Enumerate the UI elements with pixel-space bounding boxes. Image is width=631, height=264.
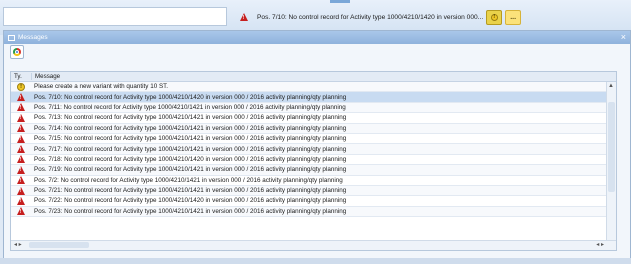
horizontal-scroll-thumb[interactable] xyxy=(29,242,89,248)
row-message-cell: Pos. 7/14: No control record for Activit… xyxy=(34,124,347,132)
table-header: Ty. Message xyxy=(11,72,616,82)
row-type-cell xyxy=(11,196,31,205)
row-message-cell: Pos. 7/17: No control record for Activit… xyxy=(34,145,347,153)
messages-dialog: Messages × Ty. Message ! Please create a … xyxy=(3,30,631,264)
error-icon xyxy=(17,165,25,174)
row-message-cell: Pos. 7/13: No control record for Activit… xyxy=(34,114,347,122)
dialog-title-bar: Messages × xyxy=(4,31,630,44)
row-message-cell: Pos. 7/21: No control record for Activit… xyxy=(34,187,347,195)
warning-icon: ! xyxy=(490,13,498,21)
command-field[interactable] xyxy=(3,7,227,26)
error-icon xyxy=(17,93,25,102)
row-type-cell xyxy=(11,165,31,174)
row-message-cell: Pos. 7/15: No control record for Activit… xyxy=(34,135,347,143)
close-icon[interactable]: × xyxy=(621,32,626,43)
dialog-title: Messages xyxy=(18,34,48,41)
error-icon xyxy=(240,13,248,21)
row-message-cell: Pos. 7/10: No control record for Activit… xyxy=(34,93,347,101)
row-type-cell xyxy=(11,103,31,112)
row-type-cell xyxy=(11,134,31,143)
error-icon xyxy=(17,176,25,185)
scroll-thumb[interactable] xyxy=(608,102,615,192)
table-row[interactable]: Pos. 7/2: No control record for Activity… xyxy=(11,176,616,186)
table-row[interactable]: Pos. 7/19: No control record for Activit… xyxy=(11,165,616,176)
row-type-cell: ! xyxy=(11,82,31,91)
messages-table: Ty. Message ! Please create a new variant… xyxy=(10,71,617,251)
table-row[interactable]: Pos. 7/22: No control record for Activit… xyxy=(11,196,616,207)
row-type-cell xyxy=(11,155,31,164)
row-message-cell: Please create a new variant with quantit… xyxy=(34,83,169,91)
error-icon xyxy=(17,155,25,164)
row-type-cell xyxy=(11,145,31,154)
row-message-cell: Pos. 7/23: No control record for Activit… xyxy=(34,207,347,215)
row-type-cell xyxy=(11,186,31,195)
column-header-message[interactable]: Message xyxy=(31,73,616,80)
row-type-cell xyxy=(11,93,31,102)
error-icon xyxy=(17,196,25,205)
bottom-strip xyxy=(0,258,631,264)
vertical-scrollbar[interactable]: ▲ ▼ xyxy=(606,82,616,250)
row-type-cell xyxy=(11,124,31,133)
error-icon xyxy=(17,145,25,154)
table-row[interactable]: Pos. 7/13: No control record for Activit… xyxy=(11,113,616,124)
table-row[interactable]: Pos. 7/23: No control record for Activit… xyxy=(11,206,616,218)
dialog-toolbar xyxy=(4,44,630,60)
error-icon xyxy=(17,134,25,143)
status-message[interactable]: Pos. 7/10: No control record for Activit… xyxy=(240,9,630,25)
table-row[interactable]: ! Please create a new variant with quanti… xyxy=(11,82,616,93)
scroll-up-icon[interactable]: ▲ xyxy=(608,83,614,89)
table-row[interactable]: Pos. 7/10: No control record for Activit… xyxy=(11,92,616,103)
row-type-cell xyxy=(11,207,31,216)
table-row[interactable]: Pos. 7/14: No control record for Activit… xyxy=(11,123,616,134)
status-warning-button[interactable]: ! xyxy=(486,9,503,25)
table-row[interactable]: Pos. 7/11: No control record for Activit… xyxy=(11,102,616,114)
scroll-right-icon[interactable]: ◂ ▸ xyxy=(596,241,604,248)
row-message-cell: Pos. 7/18: No control record for Activit… xyxy=(34,155,347,163)
error-icon xyxy=(17,186,25,195)
row-message-cell: Pos. 7/2: No control record for Activity… xyxy=(34,176,343,184)
error-icon xyxy=(17,103,25,112)
window-icon xyxy=(8,34,15,41)
row-message-cell: Pos. 7/19: No control record for Activit… xyxy=(34,166,347,174)
table-row[interactable]: Pos. 7/21: No control record for Activit… xyxy=(11,185,616,197)
technical-info-button[interactable] xyxy=(10,45,24,59)
status-more-button[interactable]: ... xyxy=(505,9,522,25)
table-row[interactable]: Pos. 7/17: No control record for Activit… xyxy=(11,144,616,155)
horizontal-scrollbar[interactable]: ◂ ▸ ◂ ▸ xyxy=(11,240,616,250)
error-icon xyxy=(17,207,25,216)
row-message-cell: Pos. 7/11: No control record for Activit… xyxy=(34,103,346,111)
table-row[interactable]: Pos. 7/15: No control record for Activit… xyxy=(11,134,616,145)
scroll-left-icon[interactable]: ◂ ▸ xyxy=(14,241,22,248)
row-message-cell: Pos. 7/22: No control record for Activit… xyxy=(34,197,347,205)
table-row[interactable]: Pos. 7/18: No control record for Activit… xyxy=(11,155,616,166)
row-type-cell xyxy=(11,176,31,185)
status-message-text: Pos. 7/10: No control record for Activit… xyxy=(257,13,484,21)
warning-icon: ! xyxy=(17,82,25,91)
tab-accent xyxy=(330,0,350,3)
column-header-type[interactable]: Ty. xyxy=(11,73,31,80)
row-type-cell xyxy=(11,113,31,122)
table-body: ! Please create a new variant with quanti… xyxy=(11,82,616,218)
error-icon xyxy=(17,113,25,122)
technical-info-icon xyxy=(13,48,21,56)
error-icon xyxy=(17,124,25,133)
